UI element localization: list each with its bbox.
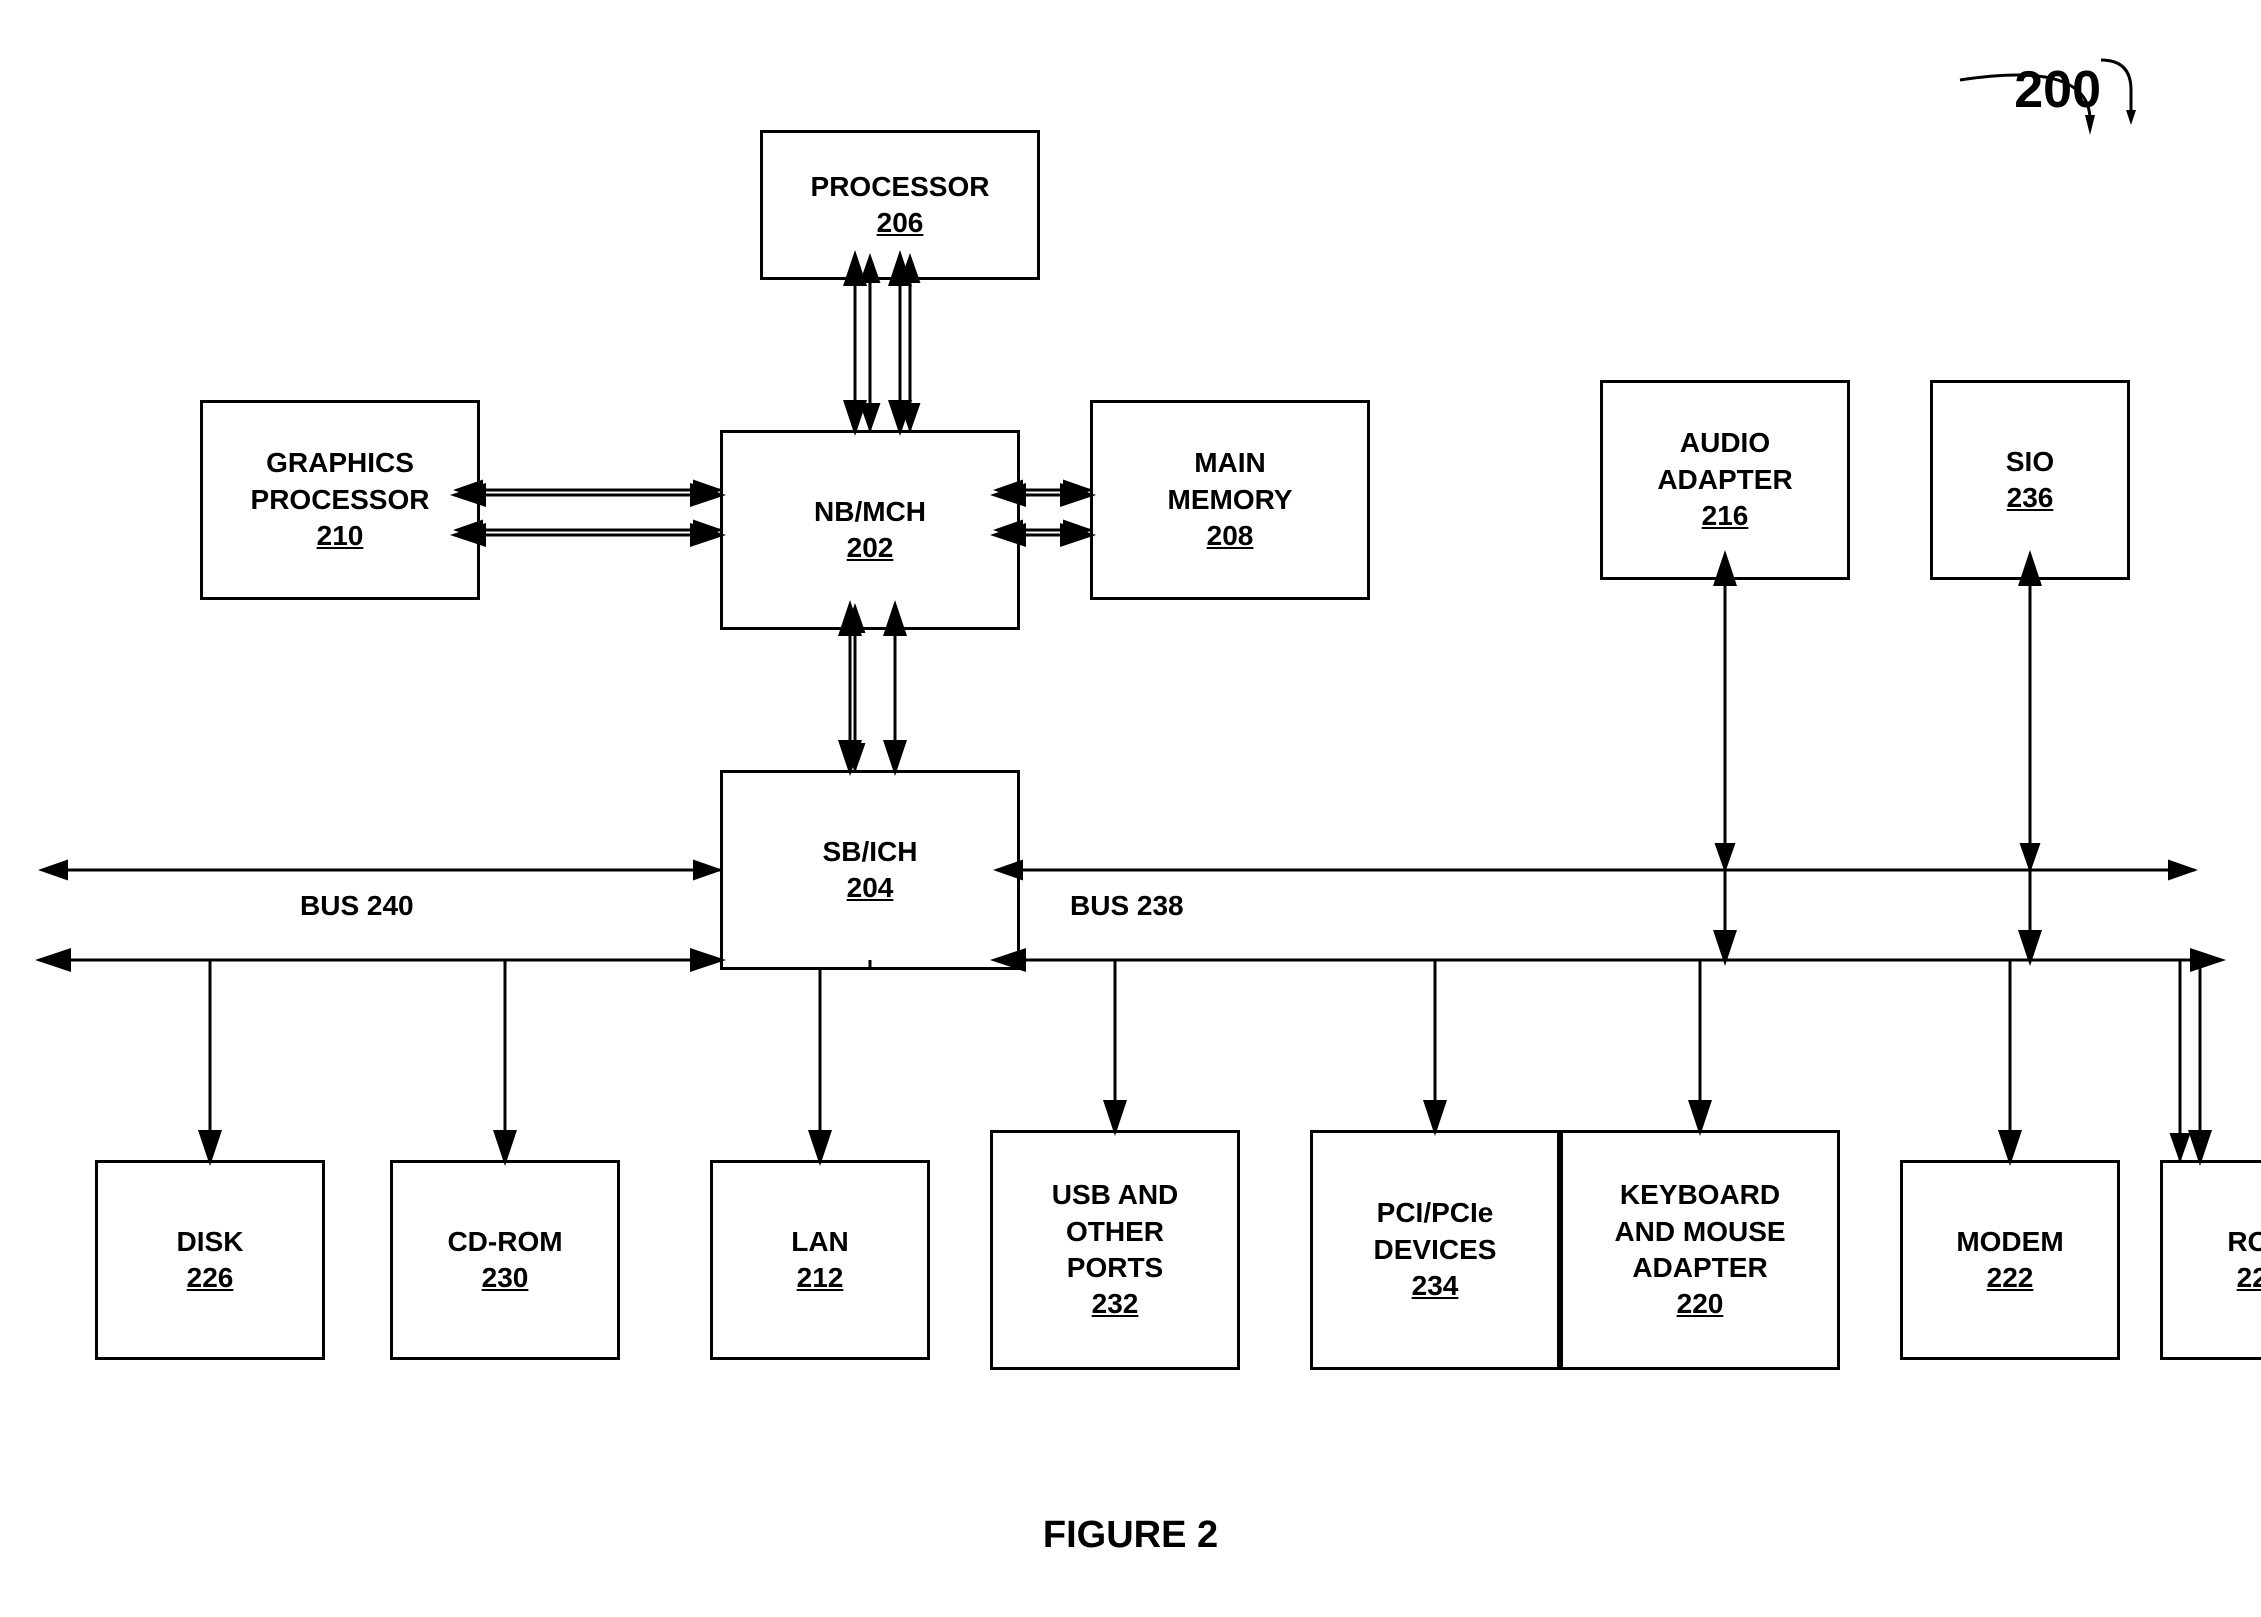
cdrom-label: CD-ROM (447, 1224, 562, 1260)
rom-box: ROM 224 (2160, 1160, 2261, 1360)
usb-label: USB ANDOTHERPORTS (1052, 1177, 1179, 1286)
processor-ref: 206 (877, 205, 924, 241)
sio-ref: 236 (2007, 480, 2054, 516)
audio-label: AUDIOADAPTER (1657, 425, 1792, 498)
disk-box: DISK 226 (95, 1160, 325, 1360)
graphics-label: GRAPHICSPROCESSOR (251, 445, 430, 518)
modem-label: MODEM (1956, 1224, 2063, 1260)
graphics-ref: 210 (317, 518, 364, 554)
rom-label: ROM (2227, 1224, 2261, 1260)
bus240-label: BUS 240 (300, 890, 414, 922)
arrows-svg (0, 0, 2261, 1617)
main-memory-ref: 208 (1207, 518, 1254, 554)
sio-label: SIO (2006, 444, 2054, 480)
rom-ref: 224 (2237, 1260, 2261, 1296)
sbich-box: SB/ICH 204 (720, 770, 1020, 970)
bus238-label: BUS 238 (1070, 890, 1184, 922)
cdrom-box: CD-ROM 230 (390, 1160, 620, 1360)
audio-box: AUDIOADAPTER 216 (1600, 380, 1850, 580)
audio-ref: 216 (1702, 498, 1749, 534)
processor-box: PROCESSOR 206 (760, 130, 1040, 280)
sio-box: SIO 236 (1930, 380, 2130, 580)
pci-ref: 234 (1412, 1268, 1459, 1304)
nbmch-ref: 202 (847, 530, 894, 566)
lan-ref: 212 (797, 1260, 844, 1296)
disk-ref: 226 (187, 1260, 234, 1296)
pci-label: PCI/PCIeDEVICES (1374, 1195, 1497, 1268)
figure-label: FIGURE 2 (1043, 1514, 1218, 1557)
diagram: 200 PROCESSOR 206 NB/MCH 202 GRAPHICSPRO… (0, 0, 2261, 1617)
graphics-box: GRAPHICSPROCESSOR 210 (200, 400, 480, 600)
nbmch-label: NB/MCH (814, 494, 926, 530)
keyboard-label: KEYBOARDAND MOUSEADAPTER (1614, 1177, 1785, 1286)
usb-ref: 232 (1092, 1286, 1139, 1322)
disk-label: DISK (177, 1224, 244, 1260)
main-memory-box: MAINMEMORY 208 (1090, 400, 1370, 600)
lan-box: LAN 212 (710, 1160, 930, 1360)
nbmch-box: NB/MCH 202 (720, 430, 1020, 630)
pci-box: PCI/PCIeDEVICES 234 (1310, 1130, 1560, 1370)
usb-box: USB ANDOTHERPORTS 232 (990, 1130, 1240, 1370)
modem-ref: 222 (1987, 1260, 2034, 1296)
main-memory-label: MAINMEMORY (1168, 445, 1293, 518)
keyboard-box: KEYBOARDAND MOUSEADAPTER 220 (1560, 1130, 1840, 1370)
modem-box: MODEM 222 (1900, 1160, 2120, 1360)
sbich-ref: 204 (847, 870, 894, 906)
processor-label: PROCESSOR (811, 169, 990, 205)
lan-label: LAN (791, 1224, 849, 1260)
keyboard-ref: 220 (1677, 1286, 1724, 1322)
cdrom-ref: 230 (482, 1260, 529, 1296)
sbich-label: SB/ICH (823, 834, 918, 870)
